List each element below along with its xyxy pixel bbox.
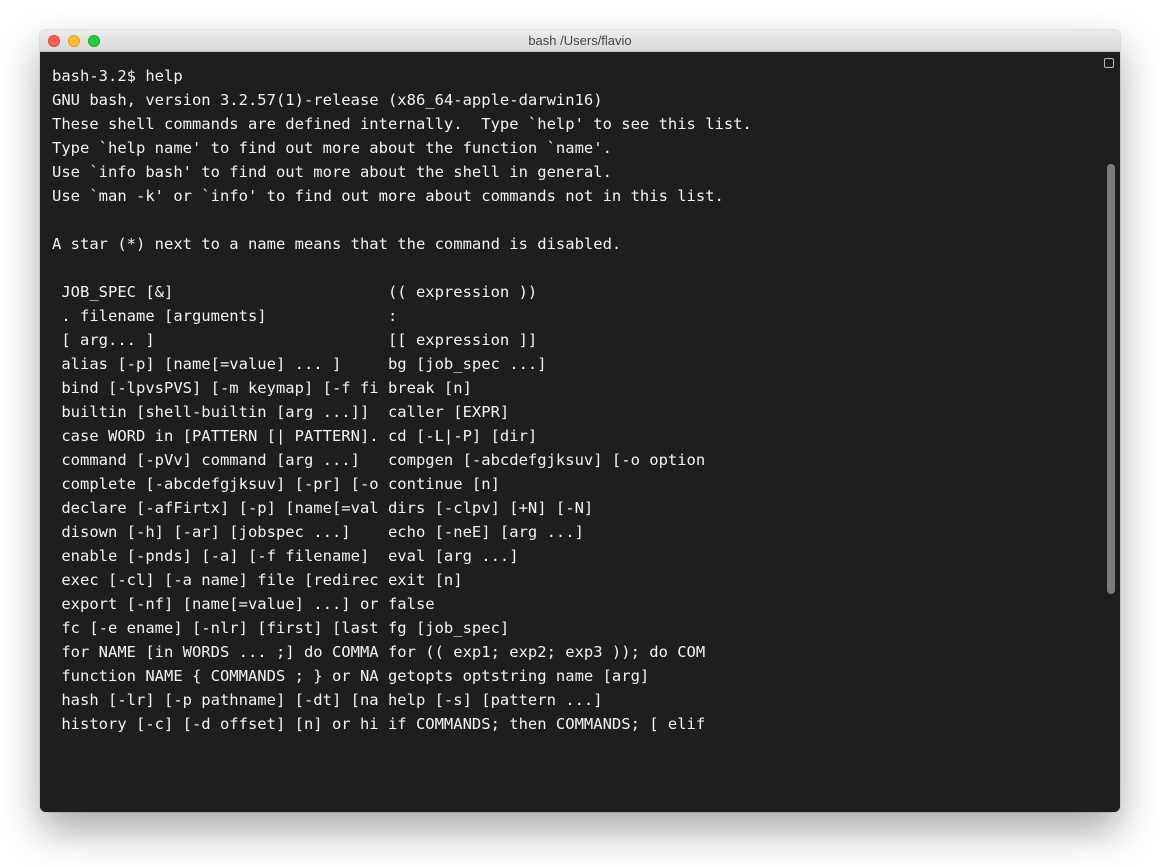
titlebar[interactable]: bash /Users/flavio [40,30,1120,52]
terminal-window: bash /Users/flavio bash-3.2$ help GNU ba… [40,30,1120,812]
traffic-lights [48,35,100,47]
minimize-icon[interactable] [68,35,80,47]
terminal-output[interactable]: bash-3.2$ help GNU bash, version 3.2.57(… [40,52,1120,812]
scrollbar-thumb[interactable] [1107,164,1115,594]
terminal-wrap: bash-3.2$ help GNU bash, version 3.2.57(… [40,52,1120,812]
window-title: bash /Users/flavio [40,33,1120,48]
scrollbar-track[interactable] [1104,54,1118,810]
maximize-icon[interactable] [88,35,100,47]
close-icon[interactable] [48,35,60,47]
